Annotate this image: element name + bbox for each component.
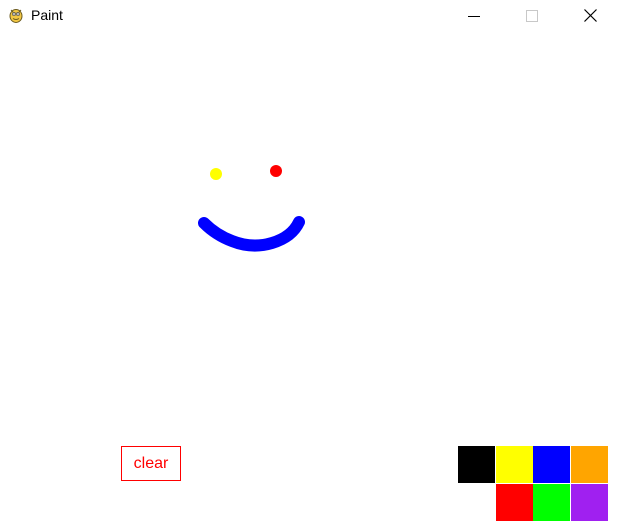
smile-stroke <box>198 216 305 252</box>
left-eye-dot <box>210 168 222 180</box>
clear-button[interactable]: clear <box>121 446 181 481</box>
title-bar[interactable]: Paint <box>0 0 619 31</box>
color-swatch-blue[interactable] <box>533 446 570 483</box>
paint-window: Paint clear <box>0 0 619 528</box>
close-icon <box>583 9 597 22</box>
python-snake-icon <box>7 6 25 24</box>
maximize-icon <box>526 9 538 22</box>
right-eye-dot <box>270 165 282 177</box>
minimize-button[interactable] <box>451 0 497 31</box>
color-swatch-black[interactable] <box>458 446 495 483</box>
window-title: Paint <box>31 7 63 23</box>
color-swatch-red[interactable] <box>496 484 533 521</box>
color-swatch-yellow[interactable] <box>496 446 533 483</box>
minimize-icon <box>468 15 480 17</box>
color-swatch-purple[interactable] <box>571 484 608 521</box>
color-swatch-green[interactable] <box>533 484 570 521</box>
close-button[interactable] <box>567 0 613 31</box>
maximize-button[interactable] <box>509 0 555 31</box>
color-swatch-orange[interactable] <box>571 446 608 483</box>
